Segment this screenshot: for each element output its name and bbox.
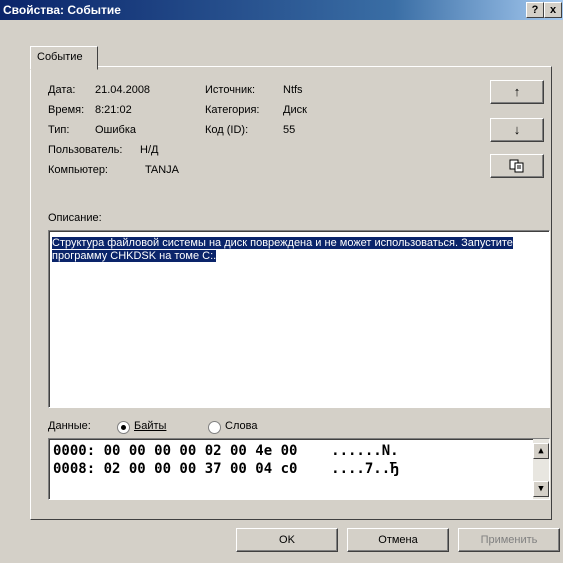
description-label: Описание: xyxy=(48,212,102,224)
user-label: Пользователь: xyxy=(48,144,123,156)
user-value: Н/Д xyxy=(140,144,159,156)
computer-value: TANJA xyxy=(145,164,180,176)
data-line: 0008: 02 00 00 00 37 00 04 c0 ....7..Ђ xyxy=(53,461,399,477)
cancel-button[interactable]: Отмена xyxy=(347,528,449,552)
words-radio[interactable] xyxy=(208,421,221,434)
help-button[interactable]: ? xyxy=(526,2,544,18)
description-box[interactable]: Структура файловой системы на диск повре… xyxy=(48,230,550,408)
arrow-up-icon: ↑ xyxy=(513,84,521,99)
data-scrollbar[interactable]: ▲ ▼ xyxy=(533,439,549,499)
bytes-radio-label: Байты xyxy=(134,420,167,432)
event-properties-dialog: Свойства: Событие ? x Событие Дата: 21.0… xyxy=(0,0,563,563)
description-text: Структура файловой системы на диск повре… xyxy=(52,237,513,262)
type-label: Тип: xyxy=(48,124,70,136)
data-label: Данные: xyxy=(48,420,91,432)
time-label: Время: xyxy=(48,104,85,116)
arrow-down-icon: ↓ xyxy=(513,122,521,137)
category-value: Диск xyxy=(283,104,307,116)
source-value: Ntfs xyxy=(283,84,303,96)
triangle-down-icon: ▼ xyxy=(538,484,544,494)
date-value: 21.04.2008 xyxy=(95,84,151,96)
scroll-up-button[interactable]: ▲ xyxy=(533,443,549,459)
bytes-radio[interactable] xyxy=(117,421,130,434)
triangle-up-icon: ▲ xyxy=(538,446,544,456)
computer-label: Компьютер: xyxy=(48,164,108,176)
tab-event[interactable]: Событие xyxy=(30,46,98,70)
window-title: Свойства: Событие xyxy=(3,3,121,17)
type-value: Ошибка xyxy=(95,124,136,136)
tab-event-label: Событие xyxy=(37,51,83,63)
title-bar: Свойства: Событие ? x xyxy=(0,0,563,20)
category-label: Категория: xyxy=(205,104,260,116)
data-hex-box[interactable]: 0000: 00 00 00 00 02 00 4e 00 ......N. 0… xyxy=(48,438,550,500)
time-value: 8:21:02 xyxy=(95,104,132,116)
close-button[interactable]: x xyxy=(544,2,562,18)
copy-button[interactable] xyxy=(490,154,544,178)
next-event-button[interactable]: ↓ xyxy=(490,118,544,142)
code-value: 55 xyxy=(283,124,296,136)
copy-icon xyxy=(509,159,524,173)
data-line: 0000: 00 00 00 00 02 00 4e 00 ......N. xyxy=(53,443,399,459)
previous-event-button[interactable]: ↑ xyxy=(490,80,544,104)
scroll-down-button[interactable]: ▼ xyxy=(533,481,549,497)
date-label: Дата: xyxy=(48,84,76,96)
apply-button[interactable]: Применить xyxy=(458,528,560,552)
ok-button[interactable]: OK xyxy=(236,528,338,552)
source-label: Источник: xyxy=(205,84,256,96)
code-label: Код (ID): xyxy=(205,124,249,136)
words-radio-label: Слова xyxy=(225,420,258,432)
